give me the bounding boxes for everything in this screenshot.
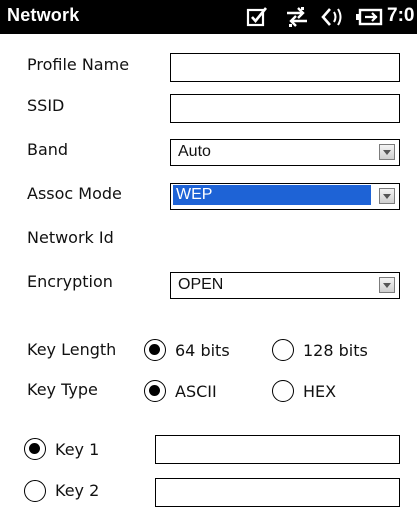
key-type-hex-label[interactable]: HEX bbox=[303, 382, 336, 401]
chevron-down-icon[interactable] bbox=[379, 277, 395, 293]
battery-icon[interactable] bbox=[355, 6, 383, 28]
profile-name-label: Profile Name bbox=[27, 55, 130, 74]
key-1-radio[interactable] bbox=[24, 438, 46, 460]
encryption-value: OPEN bbox=[178, 276, 224, 293]
assoc-mode-dropdown[interactable]: WEP bbox=[170, 183, 400, 210]
key-2-radio[interactable] bbox=[24, 480, 46, 502]
key-length-label: Key Length bbox=[27, 340, 117, 359]
key-type-ascii-label[interactable]: ASCII bbox=[175, 382, 217, 401]
assoc-mode-label: Assoc Mode bbox=[27, 184, 122, 203]
key-type-ascii-radio[interactable] bbox=[144, 380, 166, 402]
volume-icon[interactable] bbox=[320, 6, 344, 28]
band-label: Band bbox=[27, 140, 69, 159]
band-dropdown[interactable]: Auto bbox=[170, 139, 400, 166]
band-value: Auto bbox=[178, 143, 211, 160]
clock: 7:0 bbox=[387, 5, 415, 26]
network-id-label: Network Id bbox=[27, 228, 114, 247]
key-2-field[interactable] bbox=[155, 478, 400, 507]
connectivity-icon[interactable] bbox=[284, 6, 310, 28]
ssid-field[interactable] bbox=[170, 94, 400, 123]
page-title: Network bbox=[7, 5, 80, 25]
encryption-dropdown[interactable]: OPEN bbox=[170, 272, 400, 299]
assoc-mode-value: WEP bbox=[173, 185, 371, 205]
ssid-label: SSID bbox=[27, 96, 65, 115]
key-1-label[interactable]: Key 1 bbox=[55, 440, 99, 459]
chevron-down-icon[interactable] bbox=[379, 188, 395, 204]
encryption-label: Encryption bbox=[27, 272, 113, 291]
chevron-down-icon[interactable] bbox=[379, 144, 395, 160]
key-length-128-label[interactable]: 128 bits bbox=[303, 341, 368, 360]
key-1-field[interactable] bbox=[155, 435, 400, 464]
title-bar: Network 7:0 bbox=[0, 0, 417, 34]
key-length-64-label[interactable]: 64 bits bbox=[175, 341, 230, 360]
key-type-hex-radio[interactable] bbox=[272, 380, 294, 402]
key-length-128-radio[interactable] bbox=[272, 339, 294, 361]
key-2-label[interactable]: Key 2 bbox=[55, 481, 99, 500]
profile-name-field[interactable] bbox=[170, 53, 400, 82]
key-type-label: Key Type bbox=[27, 380, 98, 399]
key-length-64-radio[interactable] bbox=[144, 339, 166, 361]
checkbox-icon[interactable] bbox=[246, 6, 268, 28]
